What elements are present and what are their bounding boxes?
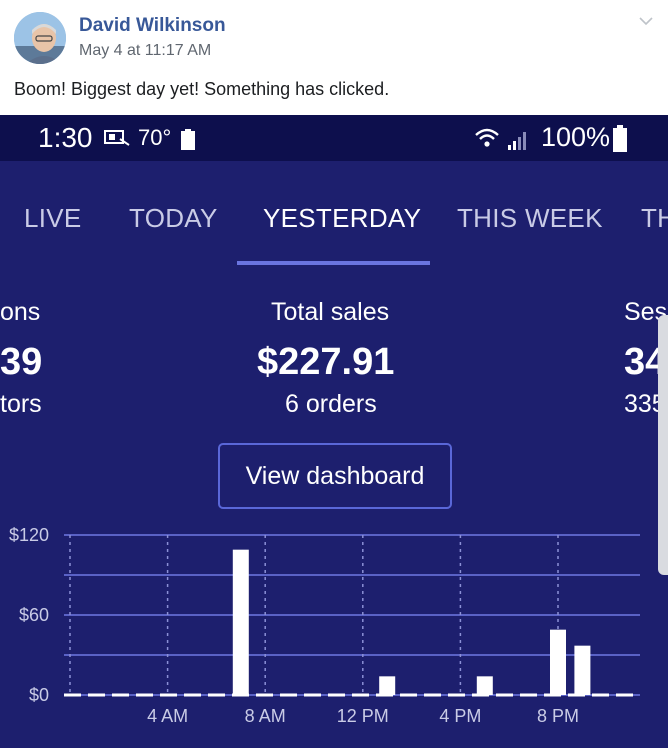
status-time: 1:30 [38,122,93,153]
y-tick-label: $60 [19,605,49,625]
y-tick-label: $0 [29,685,49,705]
chevron-down-icon[interactable] [638,14,654,26]
x-tick-label: 4 PM [439,706,481,726]
view-dashboard-button[interactable]: View dashboard [218,443,452,509]
status-bar: 1:30 70° 100% [0,115,668,161]
post-text: Boom! Biggest day yet! Something has cli… [14,79,390,99]
x-tick-label: 8 AM [245,706,286,726]
status-temperature: 70° [138,125,172,150]
period-tabs: LIVE TODAY YESTERDAY THIS WEEK TH [0,203,668,243]
notification-icon [104,130,130,146]
x-tick-label: 4 AM [147,706,188,726]
wifi-icon [475,128,499,147]
total-sales-value: $227.91 [257,341,395,383]
metric-left-label: ons [0,298,41,326]
tab-today[interactable]: TODAY [129,203,218,234]
orders-count: 6 orders [285,390,377,418]
active-tab-indicator [237,261,430,265]
bar-2 [476,676,493,695]
metric-left-sub: tors [0,390,42,418]
screenshot-image[interactable]: 1:30 70° 100% LIVE TODAY YESTERDAY THIS … [0,115,668,748]
total-sales-label: Total sales [271,298,390,326]
tab-this-week[interactable]: THIS WEEK [457,203,603,234]
bar-3 [550,629,566,695]
bar-4 [574,645,591,695]
battery-status-icon [181,129,195,150]
x-tick-label: 8 PM [537,706,579,726]
avatar-photo [14,12,66,64]
avatar[interactable] [14,12,66,64]
signal-icon [508,132,526,150]
tab-live[interactable]: LIVE [24,203,82,234]
metric-left-value: 39 [0,341,43,383]
post-header: David Wilkinson May 4 at 11:17 AM [0,0,668,70]
bar-1 [379,676,396,695]
y-tick-label: $120 [9,525,49,545]
tab-yesterday[interactable]: YESTERDAY [263,203,421,234]
post-timestamp[interactable]: May 4 at 11:17 AM [79,42,211,60]
sales-bar-chart: $120 $60 $0 4 AM 8 AM 12 PM 4 PM 8 PM [9,525,640,726]
battery-icon [613,125,627,152]
battery-percentage: 100% [541,122,611,152]
tab-partial[interactable]: TH [641,203,668,234]
x-tick-label: 12 PM [337,706,389,726]
author-name[interactable]: David Wilkinson [79,15,226,37]
bar-0 [232,549,249,695]
